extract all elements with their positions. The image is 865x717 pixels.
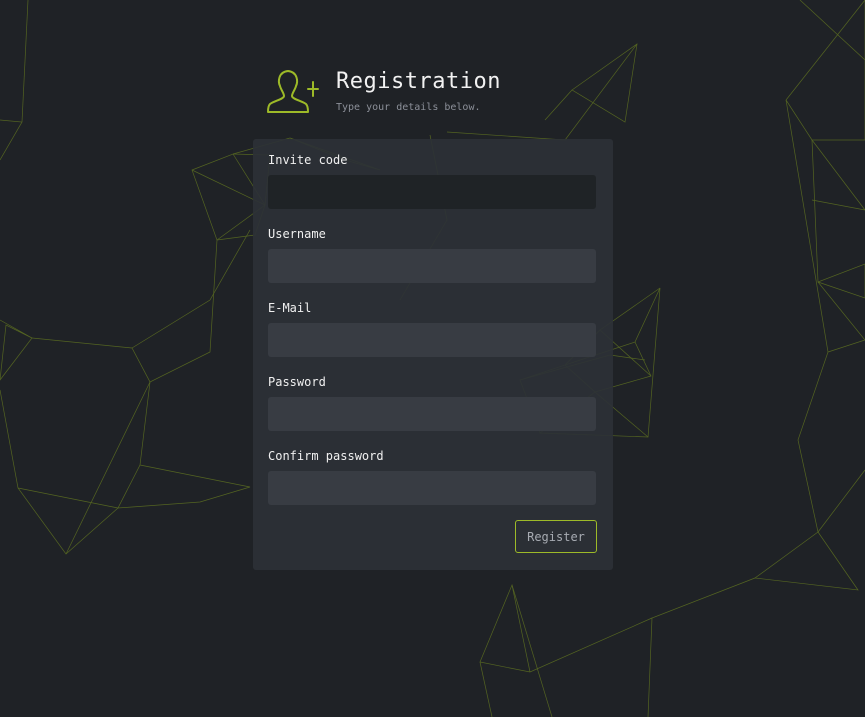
email-input[interactable] xyxy=(268,323,596,357)
username-label: Username xyxy=(268,227,326,241)
email-label: E-Mail xyxy=(268,301,312,315)
password-input[interactable] xyxy=(268,397,596,431)
register-button[interactable]: Register xyxy=(515,520,597,553)
page-title: Registration xyxy=(336,69,501,94)
password-label: Password xyxy=(268,375,326,389)
page-subtitle: Type your details below. xyxy=(336,102,481,113)
invite-code-input[interactable] xyxy=(268,175,596,209)
confirm-password-input[interactable] xyxy=(268,471,596,505)
username-input[interactable] xyxy=(268,249,596,283)
add-user-icon xyxy=(267,70,319,113)
invite-code-label: Invite code xyxy=(268,153,348,167)
registration-form: Invite code Username E-Mail Password Con… xyxy=(253,139,613,570)
confirm-password-label: Confirm password xyxy=(268,449,384,463)
registration-header: Registration Type your details below. xyxy=(266,68,501,114)
